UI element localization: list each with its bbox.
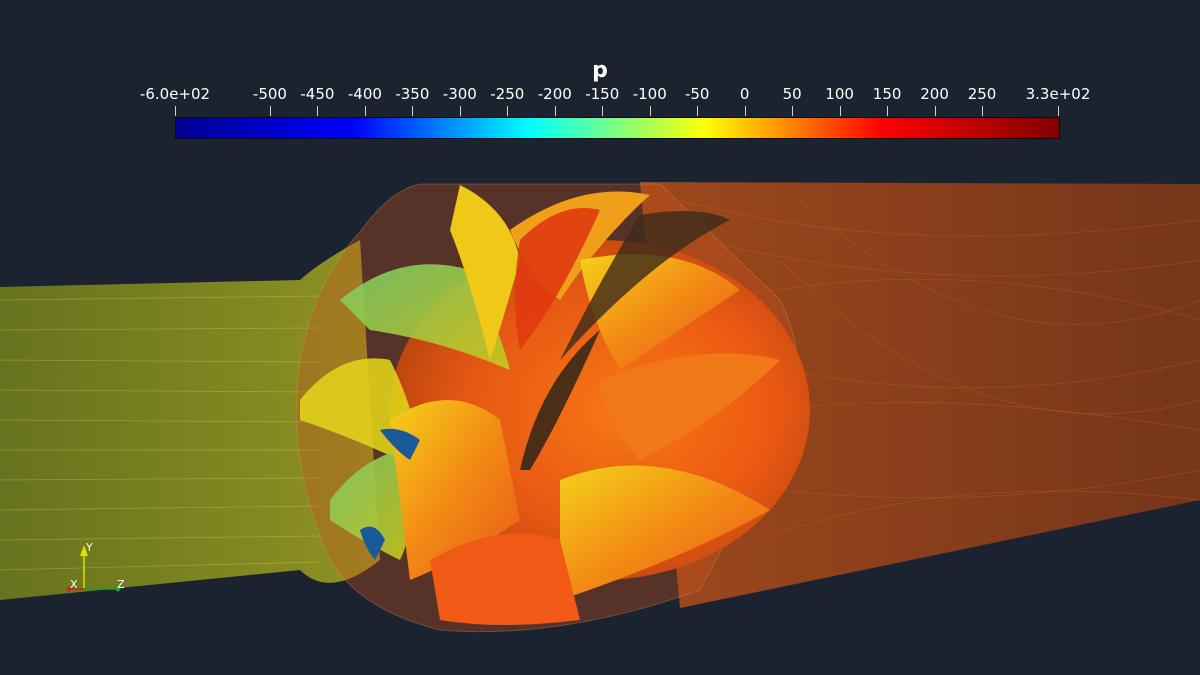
colorbar-tick-mark [982, 106, 984, 116]
colorbar-tick-label: -500 [252, 85, 287, 103]
colorbar-tick-mark [507, 106, 509, 116]
colorbar-tick-label: 100 [825, 85, 854, 103]
colorbar-tick-label: -300 [442, 85, 477, 103]
colorbar-tick-mark [649, 106, 651, 116]
colorbar-tick-label: 150 [872, 85, 902, 103]
colorbar-tick-mark [317, 106, 319, 116]
colorbar-tick-mark [602, 106, 604, 116]
colorbar-tick-label: 0 [739, 85, 750, 103]
colorbar-tick-mark [175, 106, 176, 116]
colorbar-tick-mark [412, 106, 414, 116]
colorbar-tick-label: -6.0e+02 [139, 85, 211, 103]
axis-label-x: X [70, 578, 78, 591]
colorbar-tick-mark [269, 106, 271, 116]
colorbar-tick-label: -350 [395, 85, 430, 103]
colorbar-tick-label: -150 [585, 85, 620, 103]
colorbar-tick-mark [934, 106, 936, 116]
render-viewport[interactable]: p -6.0e+02 -500 -450 -400 -350 -300 -250 -200 -1… [0, 0, 1200, 675]
colorbar-tick-mark [1058, 106, 1059, 116]
colorbar-tick-mark [744, 106, 746, 116]
colorbar-tick-label: -200 [537, 85, 572, 103]
axis-label-z: Z [117, 578, 125, 591]
colorbar-tick-mark [839, 106, 841, 116]
axis-label-y: Y [86, 541, 93, 554]
colorbar-tick-label: 200 [920, 85, 949, 103]
colorbar-tick-label: -250 [490, 85, 525, 103]
colorbar-tick-mark [554, 106, 556, 116]
colorbar-tick-label: 250 [967, 85, 997, 103]
axes-labels: Y X Z [60, 535, 140, 605]
colorbar-tick-mark [459, 106, 461, 116]
colorbar-tick-label: 50 [782, 85, 802, 103]
colorbar-tick-mark [697, 106, 699, 116]
colorbar-tick-label: -50 [684, 85, 710, 103]
colorbar-tick-label: -100 [632, 85, 667, 103]
colorbar-tick-label: 3.3e+02 [1025, 85, 1091, 103]
colorbar-tick-mark [364, 106, 366, 116]
colorbar-tick-mark [887, 106, 889, 116]
colorbar-tick-label: -400 [347, 85, 382, 103]
colorbar-tick-label: -450 [300, 85, 335, 103]
colorbar-tick-mark [792, 106, 794, 116]
colorbar[interactable] [175, 117, 1060, 139]
